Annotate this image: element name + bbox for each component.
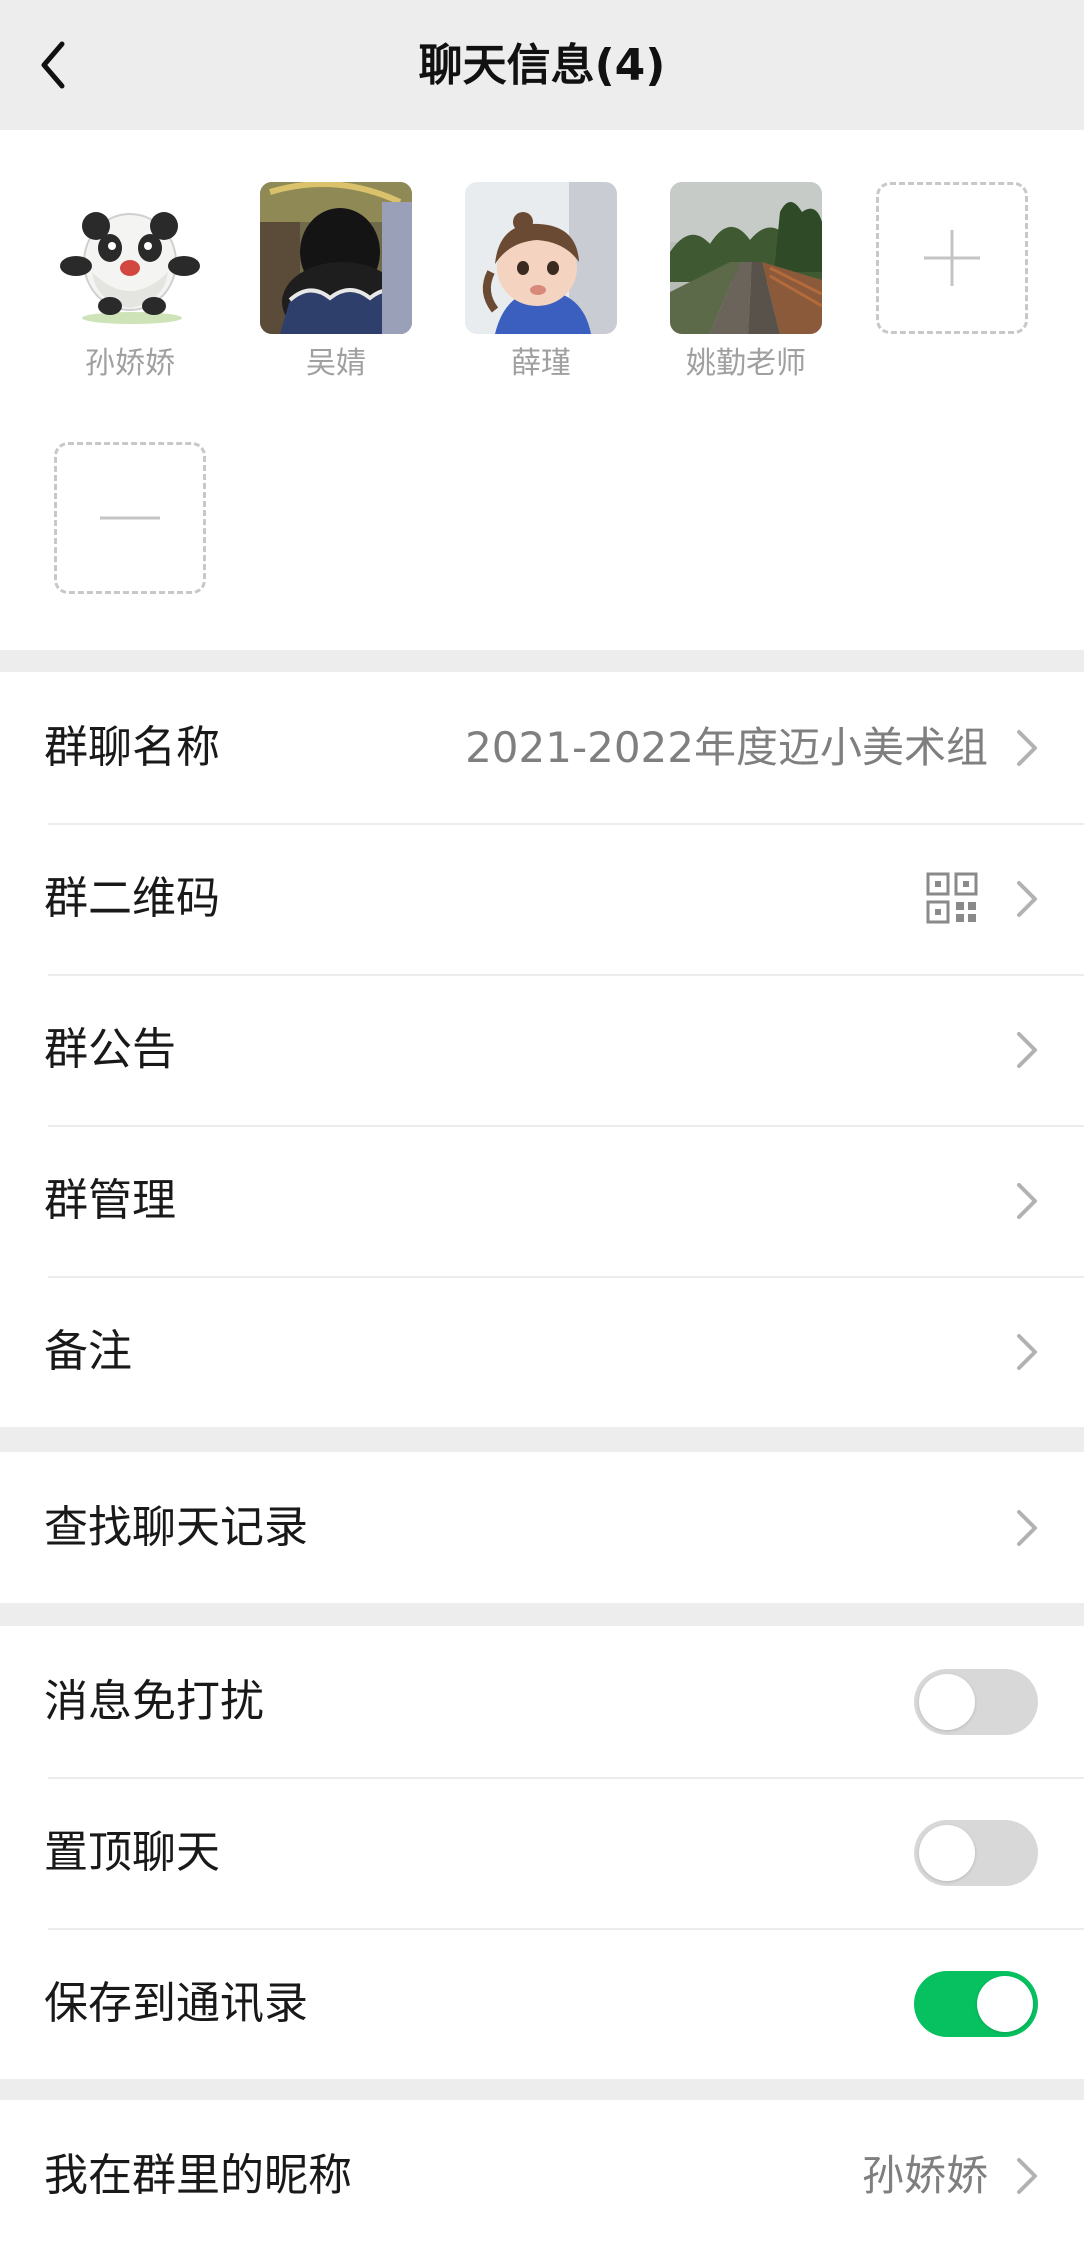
pin-chat-toggle[interactable] xyxy=(914,1820,1038,1886)
qr-code-icon xyxy=(926,872,978,924)
save-contacts-toggle[interactable] xyxy=(914,1971,1038,2037)
group-info-section: 群聊名称 2021-2022年度迈小美术组 群二维码 群公告 群管理 备注 xyxy=(0,672,1084,1427)
member-name: 姚勤老师 xyxy=(686,346,806,381)
chevron-right-icon xyxy=(1017,730,1037,766)
my-nickname-value: 孙娇娇 xyxy=(861,2151,988,2200)
search-section: 查找聊天记录 xyxy=(0,1452,1084,1603)
add-member-button[interactable] xyxy=(876,182,1028,334)
group-manage-row[interactable]: 群管理 xyxy=(0,1125,1084,1276)
group-qrcode-row[interactable]: 群二维码 xyxy=(0,823,1084,974)
group-name-row[interactable]: 群聊名称 2021-2022年度迈小美术组 xyxy=(0,672,1084,823)
member-name: 孙娇娇 xyxy=(85,346,175,381)
member-item[interactable]: 吴婧 xyxy=(260,182,412,384)
save-contacts-row: 保存到通讯录 xyxy=(0,1928,1084,2079)
save-contacts-label: 保存到通讯录 xyxy=(44,1978,308,2029)
settings-section: 消息免打扰 置顶聊天 保存到通讯录 xyxy=(0,1626,1084,2079)
group-name-value: 2021-2022年度迈小美术组 xyxy=(465,723,988,772)
pin-chat-label: 置顶聊天 xyxy=(44,1827,220,1878)
search-history-row[interactable]: 查找聊天记录 xyxy=(0,1452,1084,1603)
page-title: 聊天信息(4) xyxy=(418,40,666,91)
chevron-right-icon xyxy=(1017,2158,1037,2194)
pin-chat-row: 置顶聊天 xyxy=(0,1777,1084,1928)
plus-icon xyxy=(924,230,980,286)
railway-photo-avatar-icon xyxy=(670,182,822,334)
remark-row[interactable]: 备注 xyxy=(0,1276,1084,1427)
chat-info-page: 聊天信息(4) 孙娇娇 吴婧 薛瑾 姚勤老师 群聊名称 2021-2022年度迈… xyxy=(0,0,1084,2258)
group-notice-label: 群公告 xyxy=(44,1024,176,1075)
member-name: 吴婧 xyxy=(306,346,366,381)
toggle-knob xyxy=(977,1976,1033,2032)
my-nickname-row[interactable]: 我在群里的昵称 孙娇娇 xyxy=(0,2100,1084,2251)
chevron-right-icon xyxy=(1017,1032,1037,1068)
member-grid: 孙娇娇 吴婧 薛瑾 姚勤老师 xyxy=(0,130,1084,650)
chevron-right-icon xyxy=(1017,881,1037,917)
photo-avatar-icon xyxy=(260,182,412,334)
mute-row: 消息免打扰 xyxy=(0,1626,1084,1777)
child-photo-avatar-icon xyxy=(465,182,617,334)
panda-avatar-icon xyxy=(54,182,206,334)
mute-label: 消息免打扰 xyxy=(44,1676,264,1727)
member-item[interactable]: 薛瑾 xyxy=(465,182,617,384)
my-nickname-label: 我在群里的昵称 xyxy=(44,2150,352,2201)
member-item[interactable]: 姚勤老师 xyxy=(670,182,822,384)
chevron-right-icon xyxy=(1017,1183,1037,1219)
toggle-knob xyxy=(919,1674,975,1730)
chevron-right-icon xyxy=(1017,1334,1037,1370)
member-name: 薛瑾 xyxy=(511,346,571,381)
minus-icon xyxy=(100,516,160,520)
navigation-bar: 聊天信息(4) xyxy=(0,0,1084,130)
nickname-section: 我在群里的昵称 孙娇娇 xyxy=(0,2100,1084,2258)
group-manage-label: 群管理 xyxy=(44,1175,176,1226)
member-item[interactable]: 孙娇娇 xyxy=(54,182,206,384)
chevron-right-icon xyxy=(1017,1510,1037,1546)
mute-toggle[interactable] xyxy=(914,1669,1038,1735)
group-qrcode-label: 群二维码 xyxy=(44,873,220,924)
group-notice-row[interactable]: 群公告 xyxy=(0,974,1084,1125)
toggle-knob xyxy=(919,1825,975,1881)
remark-label: 备注 xyxy=(44,1326,132,1377)
group-name-label: 群聊名称 xyxy=(44,722,220,773)
search-history-label: 查找聊天记录 xyxy=(44,1502,308,1553)
remove-member-button[interactable] xyxy=(54,442,206,594)
